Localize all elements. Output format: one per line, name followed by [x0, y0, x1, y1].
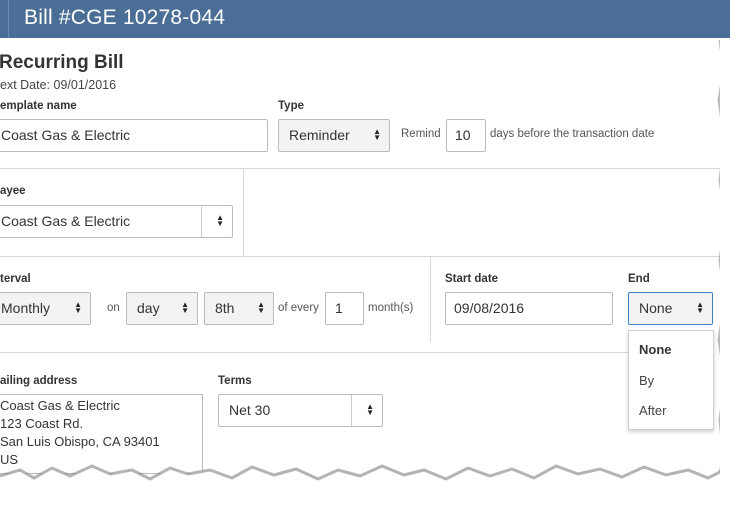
- torn-edge-decoration: [0, 38, 730, 511]
